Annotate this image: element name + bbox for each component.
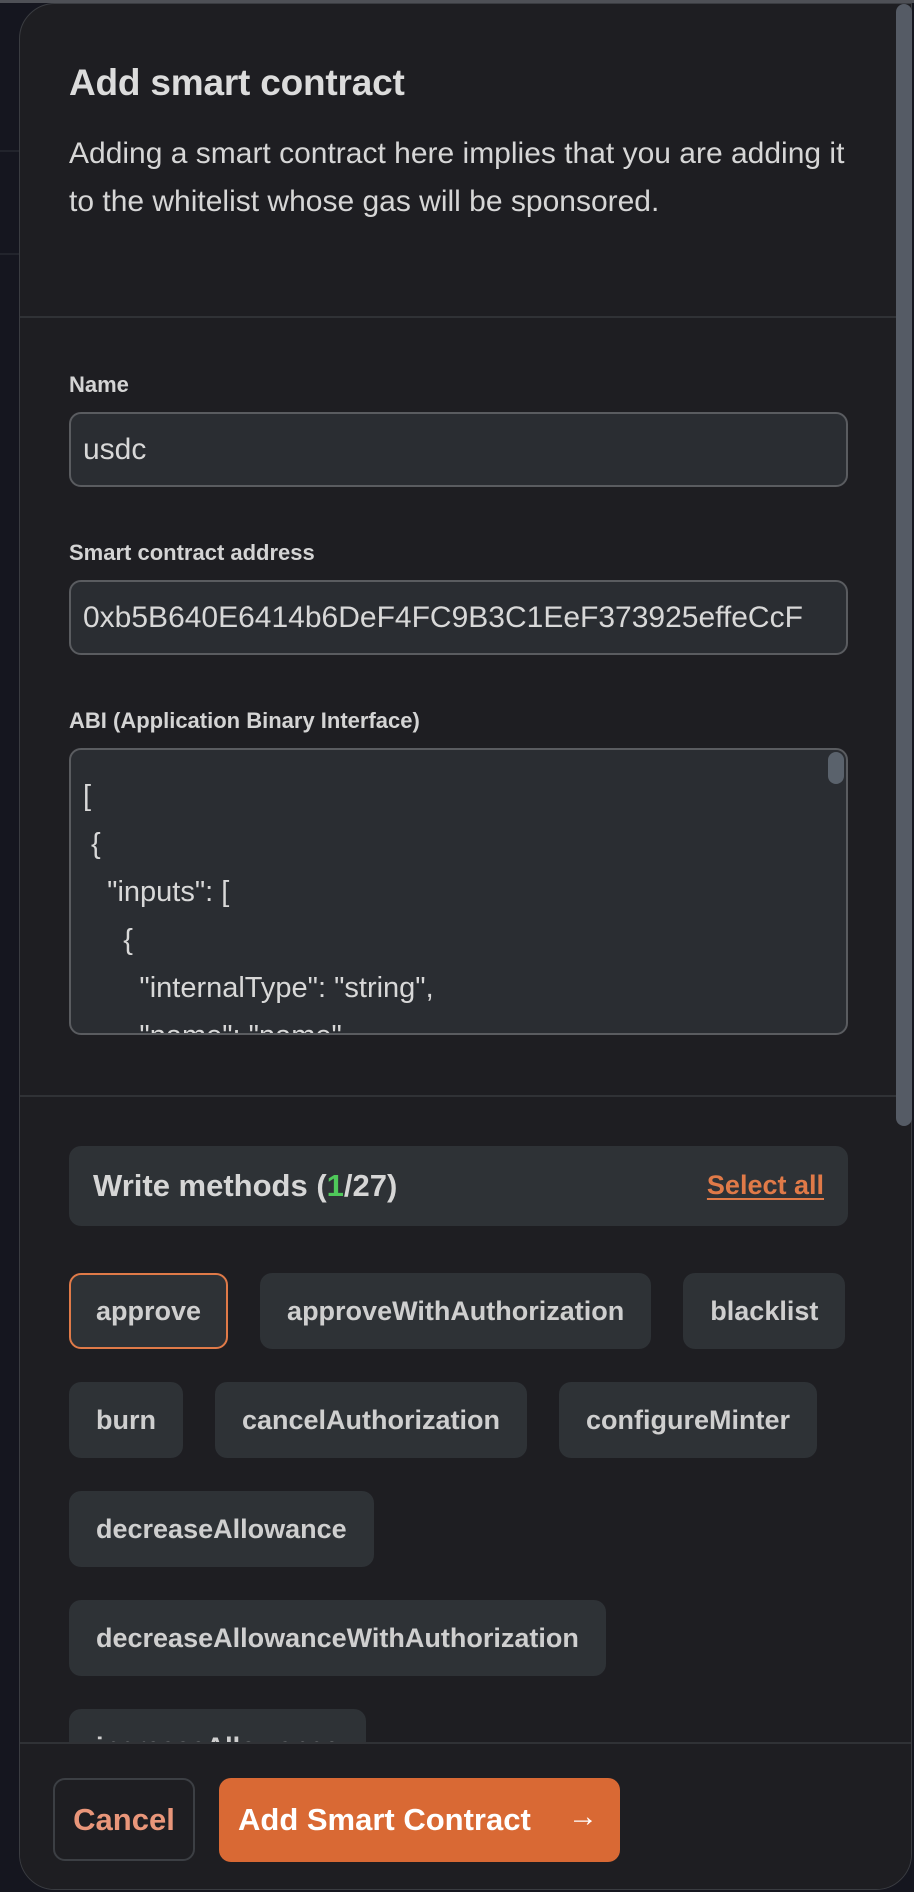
add-smart-contract-button[interactable]: Add Smart Contract →: [219, 1778, 620, 1862]
method-chip-list: approve approveWithAuthorization blacklist…: [69, 1273, 859, 1742]
method-chip-approveWithAuthorization[interactable]: approveWithAuthorization: [260, 1273, 652, 1349]
name-label: Name: [69, 372, 129, 397]
write-methods-header: Write methods (1/27) Select all: [69, 1146, 848, 1226]
add-smart-contract-label: Add Smart Contract: [238, 1802, 531, 1837]
address-input[interactable]: 0xb5B640E6414b6DeF4FC9B3C1EeF373925effeC…: [69, 580, 848, 655]
background-divider: [0, 253, 19, 255]
arrow-right-icon: →: [568, 1800, 598, 1833]
write-methods-title: Write methods (1/27): [93, 1168, 397, 1204]
page-scrollbar[interactable]: [896, 4, 912, 1126]
background-divider: [0, 150, 19, 152]
name-input[interactable]: usdc: [69, 412, 848, 487]
address-label: Smart contract address: [69, 540, 315, 565]
abi-content: [ { "inputs": [ { "internalType": "strin…: [83, 780, 434, 1033]
add-smart-contract-modal: Add smart contract Adding a smart contra…: [19, 3, 912, 1890]
method-chip-decreaseAllowanceWithAuthorization[interactable]: decreaseAllowanceWithAuthorization: [69, 1600, 606, 1676]
modal-footer: Cancel Add Smart Contract →: [20, 1742, 911, 1889]
modal-header: Add smart contract Adding a smart contra…: [20, 4, 896, 318]
selected-count: 1: [326, 1168, 344, 1203]
abi-scrollbar[interactable]: [828, 752, 844, 784]
method-chip-decreaseAllowance[interactable]: decreaseAllowance: [69, 1491, 374, 1567]
select-all-link[interactable]: Select all: [707, 1170, 824, 1201]
method-chip-increaseAllowance[interactable]: increaseAllowance: [69, 1709, 367, 1742]
total-count: /27): [343, 1168, 398, 1203]
write-methods-title-prefix: Write methods (: [93, 1168, 327, 1203]
modal-scroll-area: Add smart contract Adding a smart contra…: [20, 4, 896, 1742]
modal-description: Adding a smart contract here implies tha…: [69, 137, 845, 218]
method-chip-blacklist[interactable]: blacklist: [683, 1273, 846, 1349]
method-chip-cancelAuthorization[interactable]: cancelAuthorization: [215, 1382, 528, 1458]
method-chip-configureMinter[interactable]: configureMinter: [559, 1382, 818, 1458]
method-chip-burn[interactable]: burn: [69, 1382, 183, 1458]
method-chip-approve[interactable]: approve: [69, 1273, 229, 1349]
modal-title: Add smart contract: [69, 62, 405, 103]
section-divider: [20, 1095, 896, 1097]
abi-label: ABI (Application Binary Interface): [69, 708, 420, 733]
abi-textarea[interactable]: [ { "inputs": [ { "internalType": "strin…: [69, 748, 848, 1035]
cancel-button[interactable]: Cancel: [53, 1778, 195, 1861]
